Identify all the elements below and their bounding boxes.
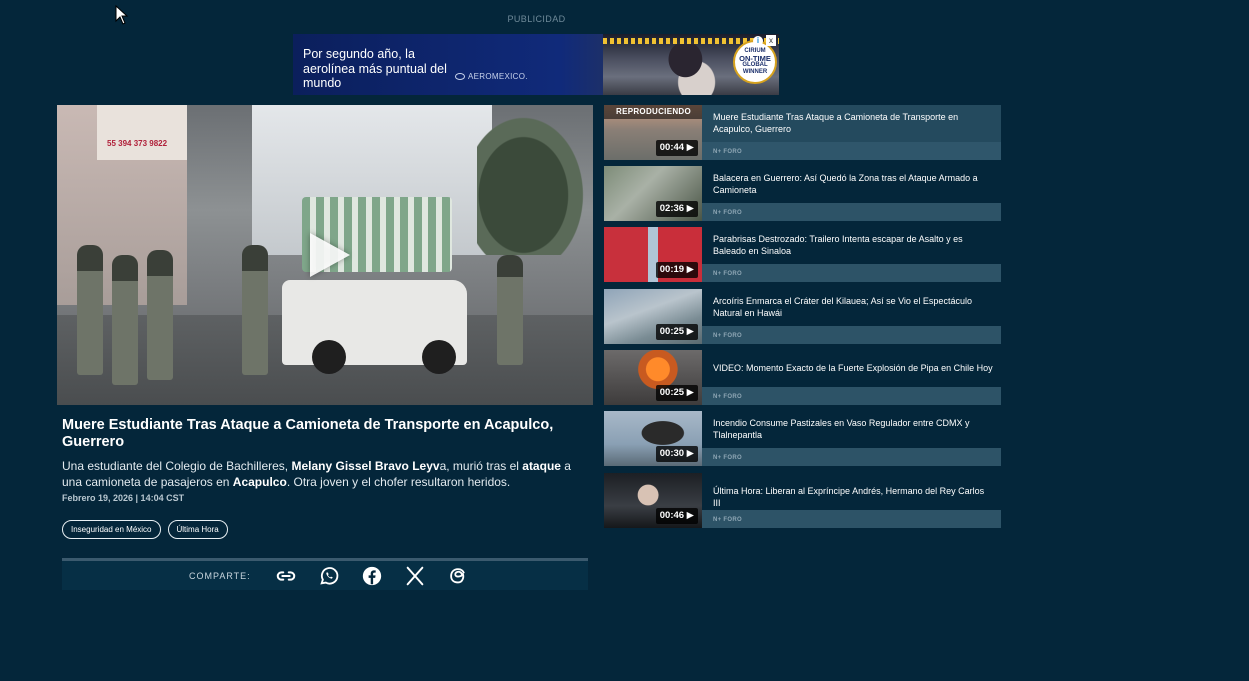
playlist-thumbnail[interactable]: 00:46 ▶ (604, 473, 702, 528)
ad-banner[interactable]: Por segundo año, la aerolínea más puntua… (293, 34, 779, 95)
playlist-item[interactable]: 00:30 ▶ Incendio Consume Pastizales en V… (604, 411, 1001, 466)
playlist-item[interactable]: 00:25 ▶ Arcoíris Enmarca el Cráter del K… (604, 289, 1001, 344)
playlist-item[interactable]: REPRODUCIENDO 00:44 ▶ Muere Estudiante T… (604, 105, 1001, 160)
ad-label: PUBLICIDAD (507, 14, 566, 24)
playlist-thumbnail[interactable]: REPRODUCIENDO 00:44 ▶ (604, 105, 702, 160)
article-title: Muere Estudiante Tras Ataque a Camioneta… (62, 417, 554, 450)
play-icon[interactable] (310, 233, 350, 277)
video-frame-soldier (77, 245, 103, 375)
duration-badge: 00:30 ▶ (655, 446, 698, 462)
playlist-thumbnail[interactable]: 00:19 ▶ (604, 227, 702, 282)
playlist-title[interactable]: Última Hora: Liberan al Expríncipe André… (713, 485, 993, 509)
now-playing-badge: REPRODUCIENDO (604, 105, 702, 119)
video-frame-soldier (497, 255, 523, 365)
video-frame-wheel (422, 340, 456, 374)
duration-badge: 02:36 ▶ (655, 201, 698, 217)
tag-ultima-hora[interactable]: Última Hora (167, 520, 228, 539)
playlist-title[interactable]: Parabrisas Destrozado: Trailero Intenta … (713, 233, 993, 257)
threads-icon[interactable] (445, 563, 471, 589)
playlist-item[interactable]: 00:25 ▶ VIDEO: Momento Exacto de la Fuer… (604, 350, 1001, 405)
article-date: Febrero 19, 2026 | 14:04 CST (62, 493, 185, 503)
playlist-thumbnail[interactable]: 02:36 ▶ (604, 166, 702, 221)
ad-brand: AEROMEXICO. (455, 72, 528, 81)
video-frame-soldier (147, 250, 173, 380)
duration-badge: 00:25 ▶ (655, 385, 698, 401)
playlist-source: N+ FORO (702, 387, 1001, 405)
article-summary: Una estudiante del Colegio de Bachillere… (62, 459, 571, 489)
playlist-source: N+ FORO (702, 510, 1001, 528)
duration-badge: 00:25 ▶ (655, 324, 698, 340)
ad-photo-people (663, 44, 719, 95)
link-icon[interactable] (273, 563, 299, 589)
playlist-item[interactable]: 02:36 ▶ Balacera en Guerrero: Así Quedó … (604, 166, 1001, 221)
duration-badge: 00:44 ▶ (655, 140, 698, 156)
playlist-thumbnail[interactable]: 00:25 ▶ (604, 350, 702, 405)
ad-info-icon[interactable]: i (753, 36, 763, 46)
duration-badge: 00:19 ▶ (655, 262, 698, 278)
playlist-title[interactable]: VIDEO: Momento Exacto de la Fuerte Explo… (713, 362, 993, 374)
ad-close-icon[interactable]: x (766, 35, 776, 46)
facebook-icon[interactable] (359, 563, 385, 589)
playlist-title[interactable]: Balacera en Guerrero: Así Quedó la Zona … (713, 172, 993, 196)
video-frame-trees (477, 105, 593, 255)
ad-seal: CIRIUM ON-TIME GLOBAL WINNER (733, 40, 777, 84)
video-frame-soldier (112, 255, 138, 385)
mouse-cursor-icon (115, 5, 129, 25)
tag-inseguridad[interactable]: Inseguridad en México (62, 520, 161, 539)
video-frame-soldier (242, 245, 268, 375)
ad-text: Por segundo año, la aerolínea más puntua… (303, 47, 447, 90)
playlist-title[interactable]: Arcoíris Enmarca el Cráter del Kilauea; … (713, 295, 993, 319)
playlist-source: N+ FORO (702, 142, 1001, 160)
playlist-item[interactable]: 00:46 ▶ Última Hora: Liberan al Exprínci… (604, 473, 1001, 528)
tag-list: Inseguridad en México Última Hora (62, 520, 228, 539)
playlist-source: N+ FORO (702, 326, 1001, 344)
playlist-thumbnail[interactable]: 00:30 ▶ (604, 411, 702, 466)
whatsapp-icon[interactable] (316, 563, 342, 589)
share-label: COMPARTE: (189, 570, 251, 581)
playlist-item[interactable]: 00:19 ▶ Parabrisas Destrozado: Trailero … (604, 227, 1001, 282)
playlist-title[interactable]: Incendio Consume Pastizales en Vaso Regu… (713, 417, 993, 441)
share-bar: COMPARTE: (62, 558, 588, 590)
playlist-source: N+ FORO (702, 448, 1001, 466)
playlist-source: N+ FORO (702, 203, 1001, 221)
video-player[interactable]: 55 394 373 9822 (57, 105, 593, 405)
duration-badge: 00:46 ▶ (655, 508, 698, 524)
x-icon[interactable] (402, 563, 428, 589)
playlist-thumbnail[interactable]: 00:25 ▶ (604, 289, 702, 344)
video-frame-sign: 55 394 373 9822 (97, 105, 187, 160)
aeromexico-logo-icon (455, 73, 465, 80)
video-frame-wheel (312, 340, 346, 374)
playlist-title[interactable]: Muere Estudiante Tras Ataque a Camioneta… (713, 111, 993, 135)
playlist-source: N+ FORO (702, 264, 1001, 282)
